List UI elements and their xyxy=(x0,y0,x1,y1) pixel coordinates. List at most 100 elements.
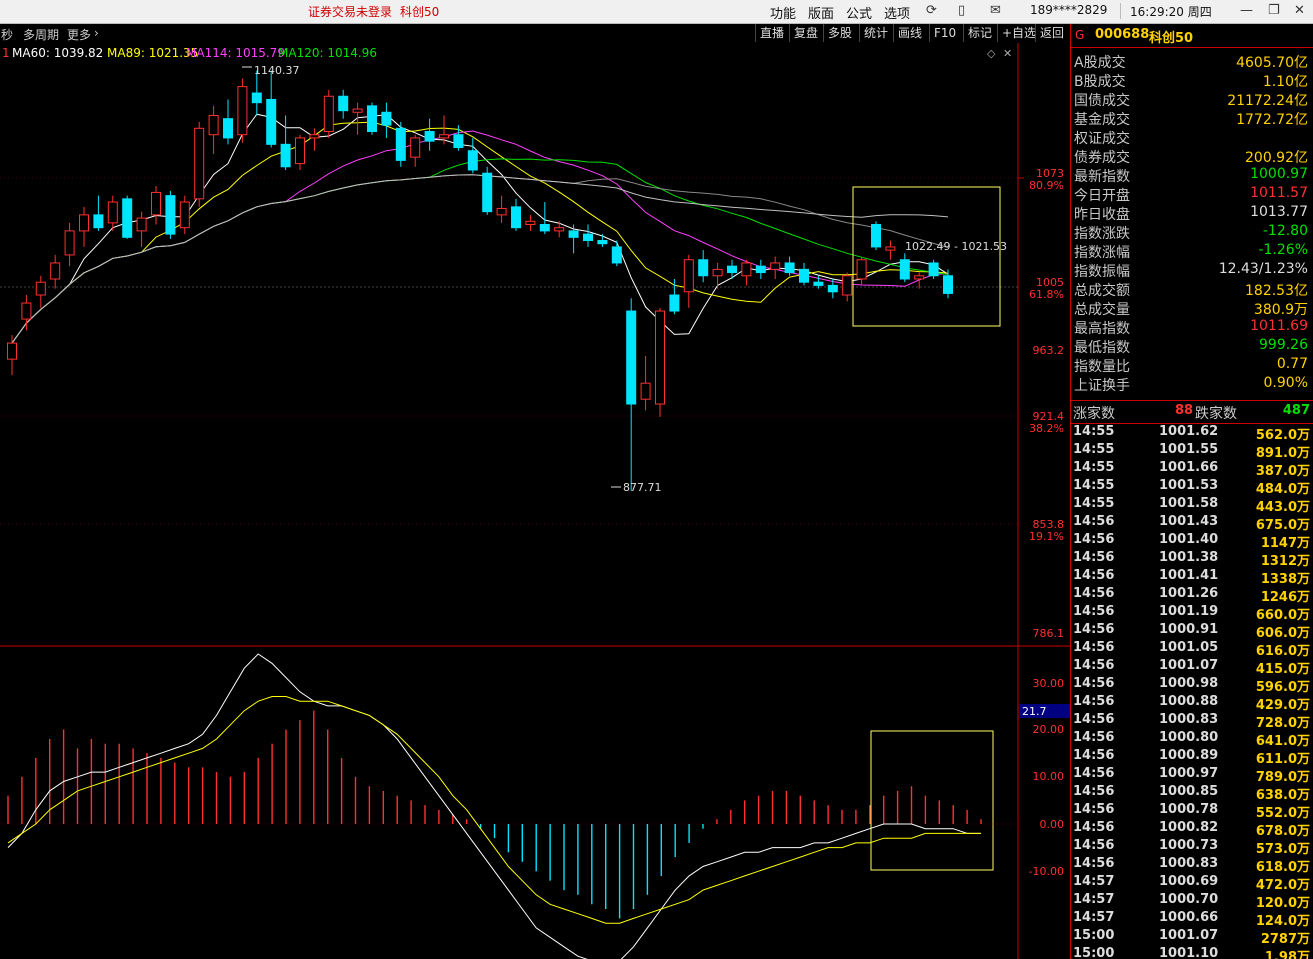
add-watchlist-button[interactable]: +自选 xyxy=(997,24,1040,42)
quote-label: 指数涨幅 xyxy=(1074,245,1130,261)
divider xyxy=(1120,3,1121,19)
quote-value: 1.10亿 xyxy=(1262,74,1308,90)
tick-row: 15:00 1001.07 2787万 xyxy=(1071,928,1313,947)
tick-list[interactable]: 14:55 1001.62 562.0万 14:55 1001.55 891.0万 14:5… xyxy=(1071,424,1313,959)
candle xyxy=(410,134,421,167)
candle-body xyxy=(827,284,838,293)
minimize-icon[interactable]: — xyxy=(1240,3,1253,18)
candle-body xyxy=(151,191,161,216)
candle-body xyxy=(712,268,723,277)
candle xyxy=(583,224,593,247)
quote-row: 国债成交 21172.24亿 xyxy=(1071,90,1313,109)
period-seconds[interactable]: 秒 xyxy=(1,26,13,43)
candle xyxy=(223,99,233,145)
tick-row: 14:57 1000.69 472.0万 xyxy=(1071,874,1313,893)
candle xyxy=(914,272,925,289)
stats-button[interactable]: 统计 xyxy=(859,24,892,42)
f10-button[interactable]: F10 xyxy=(929,24,960,42)
market-breadth: 涨家数 88 跌家数 487 xyxy=(1071,400,1313,424)
quote-label: 指数涨跌 xyxy=(1074,226,1130,242)
more-button[interactable]: 更多 xyxy=(67,26,91,43)
tick-time: 14:56 xyxy=(1073,694,1115,709)
tick-row: 14:56 1000.83 728.0万 xyxy=(1071,712,1313,731)
close-panel-icon[interactable]: ✕ xyxy=(1003,47,1012,60)
macd-tick-label: 10.00 xyxy=(1033,770,1065,783)
candle xyxy=(784,256,795,276)
candle-body xyxy=(583,233,593,242)
tick-vol: 606.0万 xyxy=(1255,626,1310,641)
kline-chart[interactable]: 1 MA60: 1039.82 MA89: 1021.35 MA114: 101… xyxy=(0,43,1070,959)
down-count-label: 跌家数 xyxy=(1195,406,1237,422)
tick-vol: 618.0万 xyxy=(1255,860,1310,875)
candle-body xyxy=(424,131,435,142)
candle xyxy=(640,355,651,411)
tick-row: 14:56 1001.38 1312万 xyxy=(1071,550,1313,569)
macd-tick-label: 0.00 xyxy=(1040,818,1065,831)
candle-body xyxy=(554,227,565,232)
tick-time: 14:56 xyxy=(1073,658,1115,673)
candle xyxy=(928,259,939,279)
candle xyxy=(338,89,349,119)
draw-line-button[interactable]: 画线 xyxy=(893,24,926,42)
mark-button[interactable]: 标记 xyxy=(963,24,996,42)
menu-options[interactable]: 选项 xyxy=(884,3,910,22)
ma-20-line xyxy=(11,130,949,344)
close-icon[interactable]: ✕ xyxy=(1294,3,1305,18)
menu-formula[interactable]: 公式 xyxy=(846,3,872,22)
tick-row: 14:56 1000.82 678.0万 xyxy=(1071,820,1313,839)
candle-body xyxy=(539,223,550,232)
range-annotation: 1022.49 - 1021.53 xyxy=(905,240,1007,253)
restore-icon[interactable]: ❐ xyxy=(1268,3,1280,18)
login-notice[interactable]: 证券交易未登录 xyxy=(308,3,392,20)
back-button[interactable]: 返回 xyxy=(1035,24,1068,42)
tick-time: 14:56 xyxy=(1073,748,1115,763)
quote-row: B股成交 1.10亿 xyxy=(1071,71,1313,90)
candle-body xyxy=(381,111,392,126)
ma-10-line xyxy=(11,121,949,344)
tick-time: 14:56 xyxy=(1073,514,1115,529)
review-button[interactable]: 复盘 xyxy=(789,24,822,42)
tick-time: 14:56 xyxy=(1073,622,1115,637)
tick-vol: 120.0万 xyxy=(1255,896,1310,911)
tick-time: 14:56 xyxy=(1073,676,1115,691)
candle xyxy=(467,137,478,174)
quote-row: 指数涨幅 -1.26% xyxy=(1071,242,1313,261)
candle-body xyxy=(194,127,205,200)
macd-tick-label: -10.00 xyxy=(1029,865,1064,878)
candle xyxy=(352,102,363,135)
candle xyxy=(669,278,680,315)
tick-row: 14:55 1001.66 387.0万 xyxy=(1071,460,1313,479)
candle-body xyxy=(367,105,377,133)
menu-functions[interactable]: 功能 xyxy=(770,3,796,22)
quote-value: 1772.72亿 xyxy=(1236,112,1308,128)
quote-label: 最低指数 xyxy=(1074,340,1130,356)
quote-value: -12.80 xyxy=(1262,223,1308,239)
candle-body xyxy=(136,217,147,232)
multi-stock-button[interactable]: 多股 xyxy=(823,24,856,42)
candle-body xyxy=(309,134,320,139)
tick-time: 14:56 xyxy=(1073,784,1115,799)
menu-layout[interactable]: 版面 xyxy=(808,3,834,22)
tick-row: 14:56 1000.83 618.0万 xyxy=(1071,856,1313,875)
tick-row: 15:00 1001.10 1.98万 xyxy=(1071,946,1313,959)
account-id[interactable]: 189****2829 xyxy=(1030,3,1107,17)
quote-label: 基金成交 xyxy=(1074,112,1130,128)
quote-row: 最高指数 1011.69 xyxy=(1071,318,1313,337)
index-name: 科创50 xyxy=(1149,31,1194,46)
tick-vol: 1246万 xyxy=(1260,590,1310,605)
tick-time: 14:55 xyxy=(1073,478,1115,493)
multi-period-button[interactable]: 多周期 xyxy=(23,26,59,43)
candle-body xyxy=(50,262,61,280)
refresh-icon[interactable]: ⟳ xyxy=(926,3,937,18)
candle xyxy=(755,259,766,279)
tick-row: 14:56 1001.41 1338万 xyxy=(1071,568,1313,587)
diamond-icon[interactable]: ◇ xyxy=(987,47,996,60)
tick-vol: 616.0万 xyxy=(1255,644,1310,659)
mobile-icon[interactable]: ▯ xyxy=(958,3,965,18)
live-button[interactable]: 直播 xyxy=(755,24,788,42)
mail-icon[interactable]: ✉ xyxy=(990,3,1001,18)
candle xyxy=(554,221,565,238)
tick-time: 14:56 xyxy=(1073,712,1115,727)
quote-value: 182.53亿 xyxy=(1245,283,1308,299)
candle-body xyxy=(467,150,478,171)
